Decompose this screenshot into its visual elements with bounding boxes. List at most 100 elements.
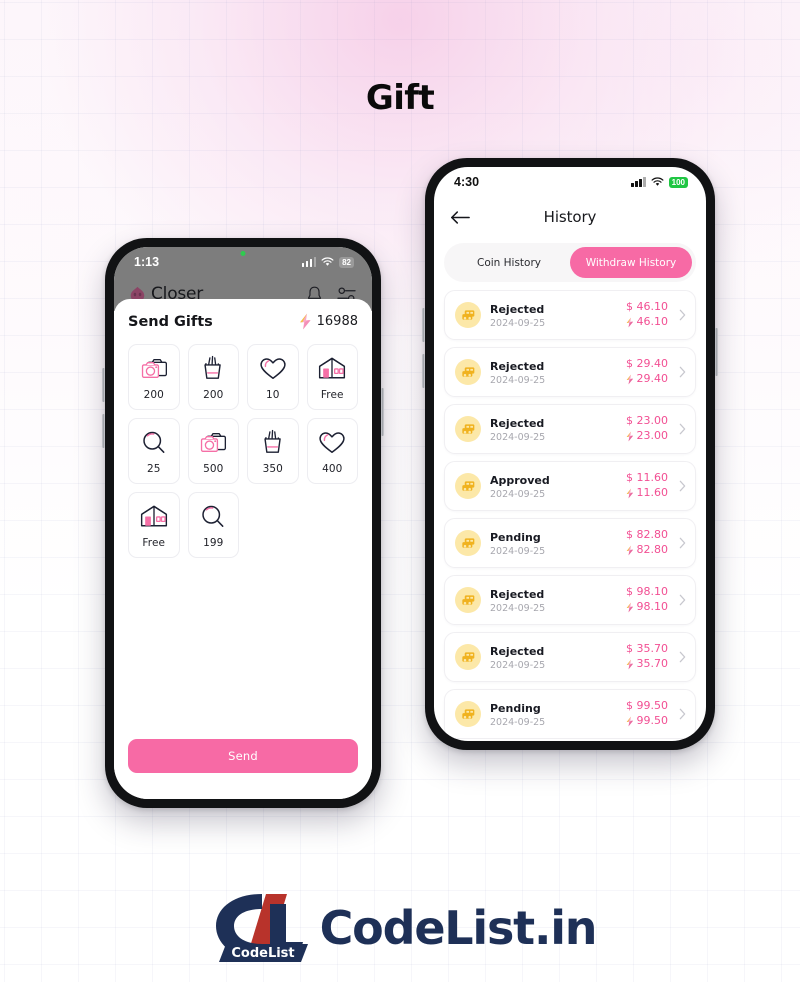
chevron-right-icon	[679, 594, 686, 606]
chevron-right-icon[interactable]	[679, 594, 687, 606]
left-status-icons: 82	[301, 256, 354, 268]
chevron-right-icon[interactable]	[679, 537, 687, 549]
send-button[interactable]: Send	[128, 739, 358, 773]
history-coin-amount: 99.50	[636, 714, 669, 727]
history-status: Rejected	[490, 416, 545, 430]
history-row[interactable]: Pending 2024-09-25 $ 82.80 82.80	[444, 518, 696, 568]
tab-coin-history[interactable]: Coin History	[448, 247, 570, 278]
gift-price-label: Free	[142, 536, 166, 549]
lightning-bolt-icon	[626, 545, 633, 556]
history-coin-amount: 11.60	[636, 486, 669, 499]
tab-withdraw-history[interactable]: Withdraw History	[570, 247, 692, 278]
gift-card[interactable]: 25	[128, 418, 180, 484]
history-row[interactable]: Rejected 2024-09-25 $ 35.70 35.70	[444, 632, 696, 682]
chevron-right-icon[interactable]	[679, 651, 687, 663]
wallet-badge	[455, 359, 481, 385]
chevron-right-icon[interactable]	[679, 480, 687, 492]
right-phone-screen: 4:30 100 History Coin History Withdraw H…	[434, 167, 706, 741]
history-date: 2024-09-25	[490, 545, 546, 557]
gift-icon-wrap	[139, 354, 169, 384]
history-date: 2024-09-25	[490, 659, 546, 671]
history-row[interactable]: Pending 2024-09-25 $ 99.50 99.50	[444, 689, 696, 739]
gift-card[interactable]: 200	[128, 344, 180, 410]
gift-card[interactable]: 199	[187, 492, 239, 558]
lightning-bolt-icon	[626, 488, 633, 499]
withdraw-history-list[interactable]: Rejected 2024-09-25 $ 46.10 46.10 Reject…	[434, 290, 706, 739]
camera-icon	[141, 359, 167, 378]
history-coin-amount: 82.80	[636, 543, 669, 556]
history-row[interactable]: Rejected 2024-09-25 $ 98.10 98.10	[444, 575, 696, 625]
gift-icon-wrap	[198, 428, 228, 458]
wallet-icon	[461, 709, 474, 719]
history-dollar-amount: $ 82.80	[626, 528, 668, 542]
history-coin-amount-row: 11.60	[626, 486, 669, 501]
history-coin-amount-row: 23.00	[626, 429, 668, 444]
gift-card[interactable]: 400	[306, 418, 358, 484]
chevron-right-icon	[679, 366, 686, 378]
history-dollar-amount: $ 99.50	[626, 699, 668, 713]
gift-card[interactable]: 10	[247, 344, 299, 410]
history-coin-amount-row: 99.50	[626, 714, 669, 729]
history-status: Rejected	[490, 359, 545, 373]
send-gifts-sheet: Send Gifts 16988 200 200 10 Free 25 500 …	[114, 299, 372, 799]
wallet-badge	[455, 530, 481, 556]
chevron-right-icon[interactable]	[679, 366, 687, 378]
house-icon	[319, 357, 346, 379]
phone-right-volume-up[interactable]	[422, 308, 425, 342]
history-row[interactable]: Rejected 2024-09-25 $ 29.40 29.40	[444, 347, 696, 397]
history-coin-amount: 46.10	[636, 315, 669, 328]
lightning-bolt-icon	[626, 602, 633, 613]
history-status: Rejected	[490, 302, 545, 316]
history-row-text: Pending 2024-09-25	[490, 528, 617, 558]
history-dollar-amount: $ 35.70	[626, 642, 668, 656]
left-status-bar: 1:13 82	[114, 247, 372, 277]
gift-icon-wrap	[139, 502, 169, 532]
coin-balance-pill[interactable]: 16988	[299, 313, 358, 330]
phone-left-power[interactable]	[381, 388, 384, 436]
gift-card[interactable]: Free	[306, 344, 358, 410]
history-date: 2024-09-25	[490, 488, 546, 500]
chevron-right-icon	[679, 537, 686, 549]
history-coin-amount: 35.70	[636, 657, 669, 670]
history-row-text: Rejected 2024-09-25	[490, 300, 617, 330]
phone-left-volume-up[interactable]	[102, 368, 105, 402]
page-title: Gift	[365, 78, 435, 118]
lightning-bolt-icon	[626, 374, 633, 385]
battery-indicator: 82	[339, 256, 354, 268]
history-row-text: Pending 2024-09-25	[490, 699, 617, 729]
codelist-footer-logo: CodeList CodeList.in	[0, 890, 800, 966]
phone-right-volume-down[interactable]	[422, 354, 425, 388]
gift-grid: 200 200 10 Free 25 500 350 400 Free 199	[128, 344, 358, 558]
gift-price-label: 25	[146, 462, 161, 475]
history-amounts: $ 98.10 98.10	[626, 585, 668, 615]
chevron-right-icon	[679, 708, 686, 720]
chevron-right-icon[interactable]	[679, 309, 687, 321]
history-row[interactable]: Approved 2024-09-25 $ 11.60 11.60	[444, 461, 696, 511]
history-amounts: $ 35.70 35.70	[626, 642, 669, 672]
gift-card[interactable]: 200	[187, 344, 239, 410]
history-row-text: Rejected 2024-09-25	[490, 357, 617, 387]
history-row[interactable]: Rejected 2024-09-25 $ 46.10 46.10	[444, 290, 696, 340]
phone-left-volume-down[interactable]	[102, 414, 105, 448]
gift-card[interactable]: 500	[187, 418, 239, 484]
gift-card[interactable]: Free	[128, 492, 180, 558]
gift-price-label: 350	[262, 462, 283, 475]
phone-right-power[interactable]	[715, 328, 718, 376]
history-date: 2024-09-25	[490, 317, 546, 329]
history-dollar-amount: $ 11.60	[626, 471, 668, 485]
history-status: Pending	[490, 701, 541, 715]
history-status: Rejected	[490, 644, 545, 658]
house-icon	[140, 505, 167, 527]
history-row[interactable]: Rejected 2024-09-25 $ 23.00 23.00	[444, 404, 696, 454]
back-arrow-icon[interactable]	[450, 210, 470, 225]
wifi-icon	[651, 177, 664, 186]
chevron-right-icon	[679, 480, 686, 492]
chevron-right-icon[interactable]	[679, 423, 687, 435]
chevron-right-icon[interactable]	[679, 708, 687, 720]
history-dollar-amount: $ 23.00	[626, 414, 668, 428]
wallet-badge	[455, 302, 481, 328]
page-heading: History	[543, 208, 597, 226]
gift-card[interactable]: 350	[247, 418, 299, 484]
cellular-signal-icon	[301, 257, 317, 267]
gift-price-label: 200	[143, 388, 164, 401]
